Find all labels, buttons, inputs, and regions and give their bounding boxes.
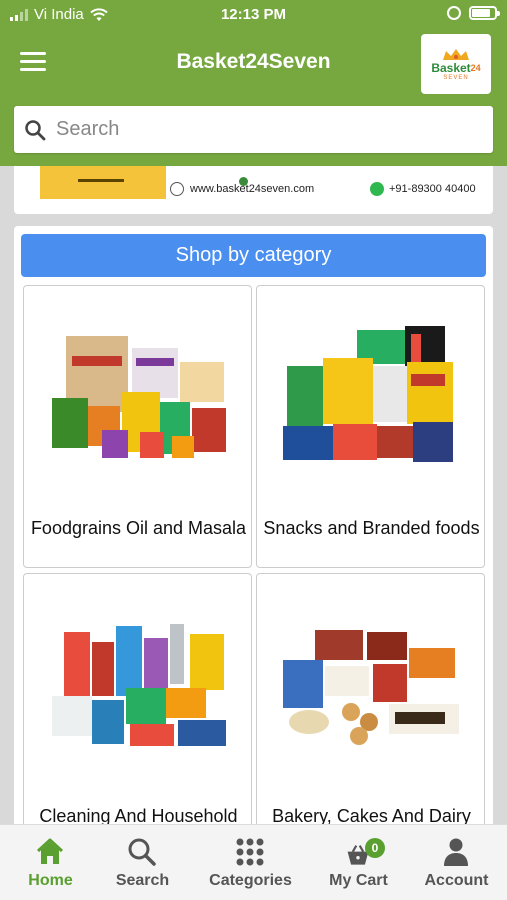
basket-crown-icon xyxy=(443,48,469,60)
banner-website-text: www.basket24seven.com xyxy=(190,183,315,195)
nav-label: Categories xyxy=(209,872,292,889)
brand-logo[interactable]: Basket24 SEVEN xyxy=(421,34,491,94)
cleaning-image xyxy=(52,624,226,746)
status-time: 12:13 PM xyxy=(220,6,287,23)
search-input[interactable] xyxy=(56,118,456,141)
nav-label: Account xyxy=(424,872,489,889)
logo-sub: SEVEN xyxy=(443,74,469,81)
category-tile-snacks[interactable]: Snacks and Branded foods xyxy=(256,285,485,568)
category-label: Snacks and Branded foods xyxy=(263,518,480,538)
status-bar: Vi India 12:13 PM xyxy=(0,0,507,32)
app-bar: Basket24Seven Basket24 SEVEN xyxy=(0,32,507,98)
nav-label: My Cart xyxy=(329,872,388,889)
nav-home[interactable]: Home xyxy=(0,825,101,900)
search-icon xyxy=(128,838,156,866)
search-bar[interactable] xyxy=(14,106,493,153)
banner-phone-text: +91-89300 40400 xyxy=(389,183,476,195)
top-header: Vi India 12:13 PM Basket24Seven Basket24… xyxy=(0,0,507,166)
logo-word: Basket24 xyxy=(431,60,481,75)
promo-banner[interactable]: www.basket24seven.com +91-89300 40400 xyxy=(14,166,493,214)
shop-by-category-button[interactable]: Shop by category xyxy=(21,234,486,277)
nav-label: Search xyxy=(115,872,170,889)
category-tile-foodgrains[interactable]: Foodgrains Oil and Masala xyxy=(23,285,252,568)
nav-account[interactable]: Account xyxy=(406,825,507,900)
nav-categories[interactable]: Categories xyxy=(200,825,301,900)
whatsapp-icon xyxy=(370,182,384,196)
status-right xyxy=(447,6,500,20)
bottom-navigation: Home Search Categories 0 My Cart Account xyxy=(0,824,507,900)
foodgrains-image xyxy=(52,336,226,458)
cart-count-badge: 0 xyxy=(365,838,385,858)
nav-cart[interactable]: 0 My Cart xyxy=(308,825,409,900)
grid-icon xyxy=(236,838,264,866)
home-icon xyxy=(36,838,64,864)
banner-website: www.basket24seven.com xyxy=(170,182,314,196)
category-tile-cleaning[interactable]: Cleaning And Household xyxy=(23,573,252,836)
snacks-image xyxy=(283,326,453,462)
banner-graphic xyxy=(40,166,166,199)
category-tile-bakery[interactable]: Bakery, Cakes And Dairy xyxy=(256,573,485,836)
globe-icon xyxy=(170,182,184,196)
battery-icon xyxy=(469,6,500,20)
search-icon xyxy=(25,119,46,140)
person-icon xyxy=(444,838,468,866)
category-section: Shop by category Foodgrains Oil and Masa… xyxy=(14,226,493,836)
orientation-lock-icon xyxy=(447,6,461,20)
bakery-image xyxy=(283,630,459,745)
nav-label: Home xyxy=(28,872,73,889)
category-label: Foodgrains Oil and Masala xyxy=(30,518,247,538)
banner-phone: +91-89300 40400 xyxy=(370,182,476,196)
nav-search[interactable]: Search xyxy=(92,825,193,900)
